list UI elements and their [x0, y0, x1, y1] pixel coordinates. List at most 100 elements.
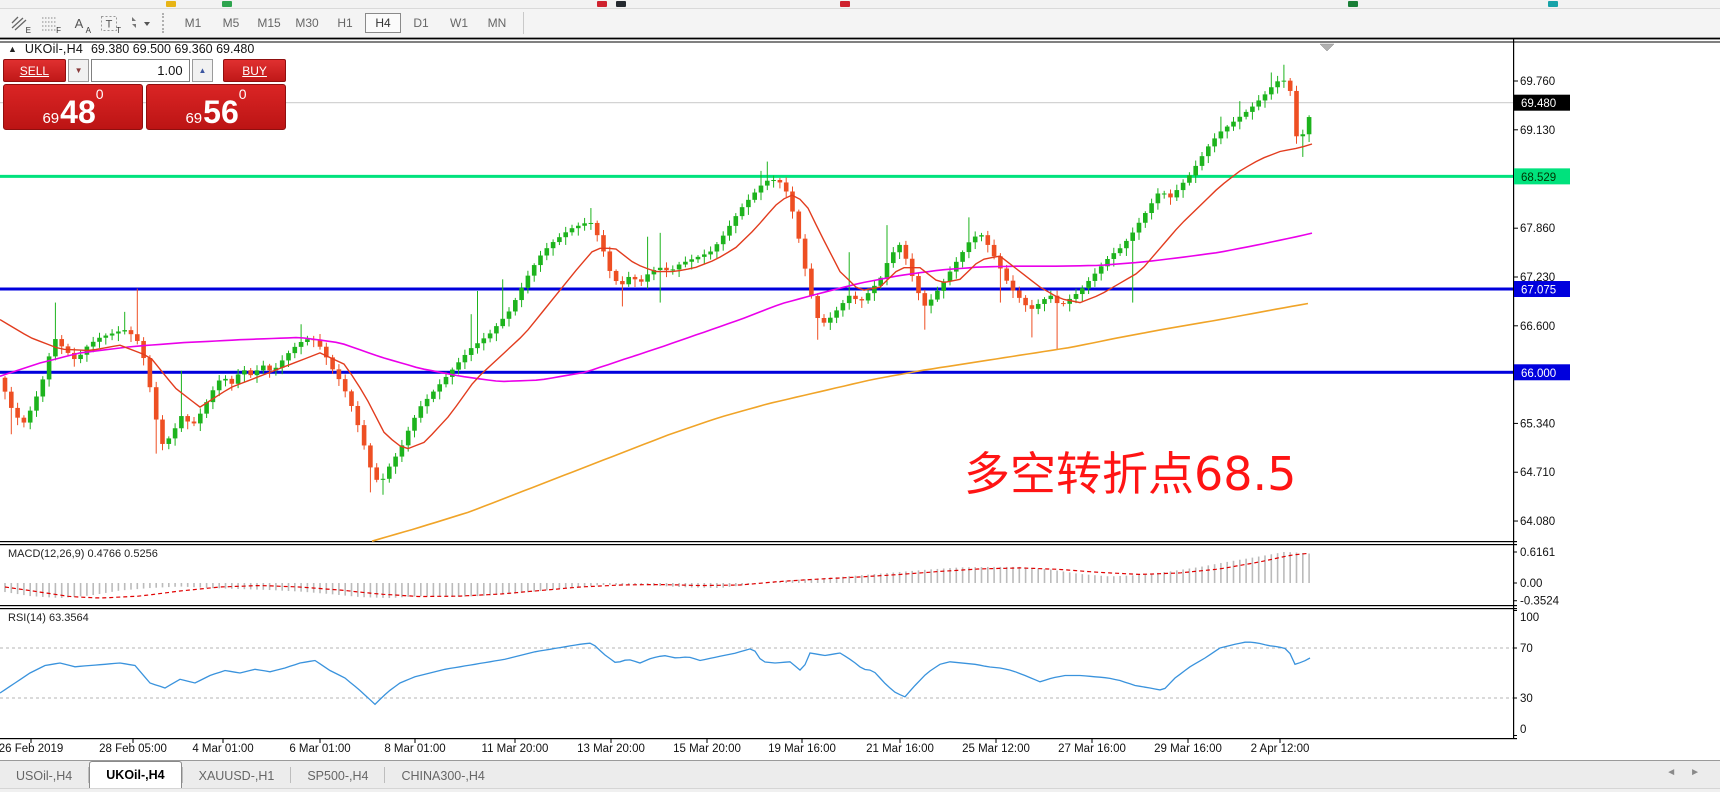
- macd-histogram-bar: [1006, 567, 1008, 583]
- candle-body: [765, 181, 770, 186]
- candle-body: [557, 237, 562, 242]
- macd-histogram-bar: [17, 583, 19, 594]
- macd-histogram-bar: [256, 583, 258, 590]
- rsi-tick-label: 0: [1520, 724, 1526, 736]
- candle-body: [614, 271, 619, 281]
- macd-histogram-bar: [426, 583, 428, 596]
- candle-body: [1099, 266, 1104, 273]
- macd-histogram-bar: [1000, 567, 1002, 583]
- macd-histogram-bar: [439, 583, 441, 597]
- macd-histogram-bar: [193, 583, 195, 587]
- horizontal-level-line[interactable]: [0, 288, 1513, 291]
- candle-body: [866, 293, 871, 300]
- macd-histogram-bar: [382, 583, 384, 598]
- macd-histogram-bar: [1012, 567, 1014, 583]
- candle-body: [948, 272, 953, 282]
- time-tick-label: 11 Mar 20:00: [482, 743, 549, 755]
- macd-histogram-bar: [584, 583, 586, 587]
- candle-body: [179, 416, 184, 428]
- macd-histogram-bar: [893, 572, 895, 583]
- candle-body: [608, 251, 613, 271]
- candle-body: [576, 226, 581, 228]
- candle-body: [286, 353, 291, 360]
- price-badge-label: 67.075: [1521, 285, 1556, 297]
- candle-body: [696, 257, 701, 259]
- candle-body: [1017, 291, 1022, 298]
- volume-decrease-button[interactable]: ▼: [68, 59, 90, 82]
- candle-body: [822, 318, 827, 323]
- macd-pane: 0.61610.00-0.3524: [4, 547, 1559, 608]
- chart-tab-china300h4[interactable]: CHINA300-,H4: [385, 764, 500, 788]
- chart-tab-sp500h4[interactable]: SP500-,H4: [291, 764, 384, 788]
- macd-histogram-bar: [281, 583, 283, 591]
- macd-histogram-bar: [861, 575, 863, 583]
- horizontal-level-line[interactable]: [0, 371, 1513, 374]
- candle-body: [626, 277, 631, 284]
- macd-histogram-bar: [105, 583, 107, 593]
- candle-body: [519, 288, 524, 300]
- candle-body: [639, 279, 644, 281]
- volume-increase-button[interactable]: ▲: [192, 59, 214, 82]
- down-triangle-marker-icon[interactable]: [1320, 44, 1334, 51]
- buy-button[interactable]: BUY: [223, 59, 286, 82]
- time-tick-label: 15 Mar 20:00: [673, 743, 741, 755]
- horizontal-level-line[interactable]: [0, 175, 1513, 178]
- candle-body: [1225, 127, 1230, 132]
- candle-body: [1181, 183, 1186, 190]
- candle-body: [815, 296, 820, 318]
- collapse-arrow-icon[interactable]: ▲: [8, 44, 17, 54]
- macd-histogram-bar: [11, 583, 13, 593]
- candle-body: [337, 369, 342, 379]
- candle-body: [935, 291, 940, 300]
- chart-tab-usoilh4[interactable]: USOil-,H4: [0, 764, 88, 788]
- macd-histogram-bar: [918, 570, 920, 583]
- candle-body: [929, 300, 934, 306]
- tabs-scroll-right-icon[interactable]: ►: [1690, 767, 1700, 778]
- macd-histogram-bar: [1195, 568, 1197, 583]
- candle-body: [664, 268, 669, 270]
- candle-body: [1288, 81, 1293, 91]
- macd-histogram-bar: [911, 571, 913, 583]
- chart-tab-xauusdh1[interactable]: XAUUSD-,H1: [183, 764, 291, 788]
- pane-border: [0, 738, 1517, 739]
- candle-body: [374, 467, 379, 479]
- candle-body: [406, 431, 411, 446]
- rsi-pane: 10070300: [0, 611, 1539, 737]
- macd-histogram-bar: [515, 583, 517, 594]
- time-tick-label: 8 Mar 01:00: [384, 743, 445, 755]
- candle-body: [299, 342, 304, 347]
- candle-body: [1086, 281, 1091, 288]
- macd-histogram-bar: [23, 583, 25, 595]
- sell-price-box[interactable]: 69 48 0: [3, 84, 143, 130]
- macd-histogram-bar: [1082, 574, 1084, 583]
- macd-histogram-bar: [1037, 568, 1039, 583]
- macd-histogram-bar: [502, 583, 504, 595]
- macd-histogram-bar: [1208, 565, 1210, 583]
- candle-body: [967, 242, 972, 252]
- macd-histogram-bar: [987, 567, 989, 583]
- macd-histogram-bar: [899, 572, 901, 583]
- candle-body: [1074, 294, 1079, 299]
- pane-border: [0, 608, 1517, 609]
- macd-histogram-bar: [1239, 560, 1241, 583]
- macd-histogram-bar: [269, 583, 271, 590]
- macd-histogram-bar: [162, 583, 164, 587]
- macd-histogram-bar: [363, 583, 365, 597]
- chart-tab-ukoilh4[interactable]: UKOil-,H4: [89, 761, 181, 788]
- macd-histogram-bar: [993, 567, 995, 583]
- buy-price-box[interactable]: 69 56 0: [146, 84, 286, 130]
- candle-body: [1004, 268, 1009, 280]
- macd-histogram-bar: [1302, 553, 1304, 583]
- candle-body: [242, 370, 247, 374]
- candle-body: [752, 193, 757, 200]
- candle-body: [1149, 203, 1154, 213]
- candle-body: [1093, 274, 1098, 281]
- volume-input[interactable]: 1.00: [91, 59, 189, 82]
- macd-histogram-bar: [1252, 558, 1254, 583]
- macd-histogram-bar: [288, 583, 290, 591]
- sell-button[interactable]: SELL: [3, 59, 66, 82]
- macd-histogram-bar: [225, 583, 227, 589]
- candle-body: [847, 296, 852, 303]
- candle-body: [173, 428, 178, 438]
- tabs-scroll-left-icon[interactable]: ◄: [1666, 767, 1676, 778]
